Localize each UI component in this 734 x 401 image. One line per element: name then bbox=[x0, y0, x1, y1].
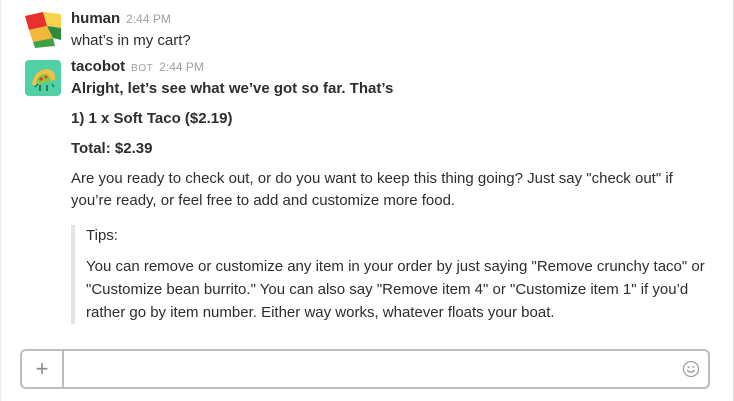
message-human: human 2:44 PM what’s in my cart? bbox=[25, 10, 717, 52]
avatar-tacobot[interactable] bbox=[25, 60, 61, 96]
bot-badge: BOT bbox=[131, 63, 154, 74]
timestamp[interactable]: 2:44 PM bbox=[159, 60, 204, 74]
cart-total-line: Total: $2.39 bbox=[71, 140, 153, 157]
message-input[interactable] bbox=[64, 351, 674, 387]
message-tacobot: tacobot BOT 2:44 PM Alright, let’s see w… bbox=[25, 58, 717, 324]
emoji-icon bbox=[682, 360, 700, 378]
timestamp[interactable]: 2:44 PM bbox=[126, 12, 171, 26]
username[interactable]: tacobot bbox=[71, 58, 125, 75]
tips-attachment: Tips: You can remove or customize any it… bbox=[71, 225, 717, 324]
plus-icon: + bbox=[35, 356, 49, 381]
message-intro: Alright, let’s see what we’ve got so far… bbox=[71, 80, 394, 97]
message-composer: + bbox=[20, 349, 710, 389]
cart-item-line: 1) 1 x Soft Taco ($2.19) bbox=[71, 110, 233, 127]
message-prompt: Are you ready to check out, or do you wa… bbox=[71, 170, 673, 209]
tips-body: You can remove or customize any item in … bbox=[86, 258, 705, 321]
emoji-button[interactable] bbox=[674, 351, 708, 387]
tips-label: Tips: bbox=[86, 227, 118, 244]
username[interactable]: human bbox=[71, 10, 120, 27]
chat-window: human 2:44 PM what’s in my cart? tacobot bbox=[0, 0, 734, 401]
avatar-human[interactable] bbox=[25, 12, 61, 48]
attach-button[interactable]: + bbox=[22, 351, 64, 387]
message-text: what’s in my cart? bbox=[71, 32, 191, 49]
